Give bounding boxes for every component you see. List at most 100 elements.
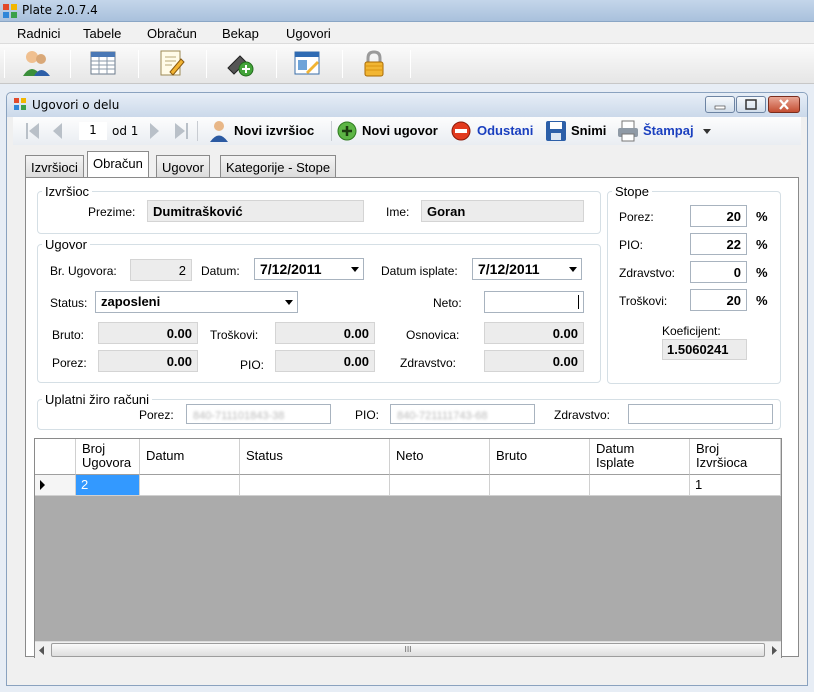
name-field[interactable]: Goran [421, 200, 584, 222]
app-titlebar[interactable]: Plate 2.0.7.4 [0, 0, 814, 22]
lock-icon [364, 50, 384, 77]
person-icon [210, 121, 228, 142]
contracts-window-titlebar[interactable]: Ugovori o delu [7, 93, 807, 117]
surname-field[interactable]: Dumitrašković [147, 200, 364, 222]
table-cell[interactable] [140, 475, 240, 496]
rate-health-input[interactable]: 0 [690, 261, 747, 283]
column-header-net[interactable]: Neto [390, 439, 490, 475]
new-performer-button[interactable]: Novi izvršioc [205, 117, 327, 145]
calendar-window-icon [294, 51, 320, 75]
scroll-thumb[interactable]: III [51, 643, 765, 657]
lock-button[interactable] [359, 48, 395, 80]
new-performer-label: Novi izvršioc [234, 123, 315, 138]
minimize-icon [714, 105, 726, 110]
binding-navigator: 1 od 1 Novi izvršioc Novi ugovor Odustan [13, 117, 801, 145]
tab-kategorije-stope[interactable]: Kategorije - Stope [220, 155, 337, 177]
move-first-icon[interactable] [25, 122, 41, 140]
horizontal-scrollbar[interactable]: III [35, 641, 781, 658]
tax-label: Porez: [52, 356, 87, 370]
bank-accounts-group-title: Uplatni žiro računi [45, 392, 150, 407]
calendar-window-button[interactable] [292, 48, 328, 80]
scroll-left-icon[interactable] [38, 646, 46, 655]
table-icon [90, 51, 116, 75]
rates-group-title: Stope [615, 184, 649, 199]
column-header-contract-number[interactable]: Broj Ugovora [76, 439, 140, 475]
workers-icon [23, 51, 50, 76]
save-label: Snimi [571, 123, 607, 138]
scroll-right-icon[interactable] [770, 646, 778, 655]
account-tax-input[interactable]: 840-711101843-38 [186, 404, 331, 424]
column-header-line: Status [246, 448, 283, 463]
contracts-grid[interactable]: Broj Ugovora Datum Status Neto Bruto Dat… [34, 438, 782, 658]
costs-field[interactable]: 0.00 [275, 322, 375, 344]
payment-date-picker[interactable]: 7/12/2011 [472, 258, 582, 280]
account-health-input[interactable] [628, 404, 773, 424]
table-cell[interactable] [390, 475, 490, 496]
restore-button[interactable] [736, 96, 766, 113]
save-button[interactable]: Snimi [543, 117, 613, 145]
position-input[interactable]: 1 [79, 122, 107, 140]
menu-obracun[interactable]: Obračun [147, 26, 197, 41]
move-previous-icon[interactable] [51, 122, 65, 140]
edit-document-button[interactable] [156, 48, 192, 80]
table-cell[interactable]: 1 [690, 475, 781, 496]
contract-number-label: Br. Ugovora: [50, 264, 117, 278]
column-header-gross[interactable]: Bruto [490, 439, 590, 475]
table-cell[interactable]: 2 [76, 475, 140, 496]
tab-obracun[interactable]: Obračun [87, 151, 149, 177]
base-label: Osnovica: [406, 328, 460, 342]
menu-bekap[interactable]: Bekap [222, 26, 259, 41]
column-header-line: Broj [696, 441, 720, 456]
pension-field[interactable]: 0.00 [275, 350, 375, 372]
table-cell[interactable] [240, 475, 390, 496]
menu-ugovori[interactable]: Ugovori [286, 26, 331, 41]
base-field[interactable]: 0.00 [484, 322, 584, 344]
menu-tabele[interactable]: Tabele [83, 26, 121, 41]
add-device-button[interactable] [224, 48, 260, 80]
cancel-icon [451, 121, 471, 141]
column-header-date[interactable]: Datum [140, 439, 240, 475]
column-header-performer-number[interactable]: Broj Izvršioca [690, 439, 781, 475]
percent-sign: % [756, 265, 768, 280]
row-header[interactable] [35, 475, 76, 496]
move-next-icon[interactable] [147, 122, 161, 140]
main-toolbar [0, 44, 814, 84]
contract-number-field[interactable]: 2 [130, 259, 192, 281]
count-label: od 1 [112, 124, 139, 138]
account-pension-value: 840-721111743-68 [397, 410, 488, 422]
new-contract-button[interactable]: Novi ugovor [335, 117, 443, 145]
print-button[interactable]: Štampaj [615, 117, 715, 145]
payment-date-label: Datum isplate: [381, 264, 458, 278]
cancel-button[interactable]: Odustani [449, 117, 539, 145]
tab-izvrsioci[interactable]: Izvršioci [25, 155, 84, 177]
toolbar-separator [342, 50, 343, 78]
account-pension-input[interactable]: 840-721111743-68 [390, 404, 535, 424]
rate-costs-label: Troškovi: [619, 294, 668, 308]
close-button[interactable] [768, 96, 800, 113]
contracts-window-title: Ugovori o delu [32, 98, 120, 112]
column-header-payment-date[interactable]: Datum Isplate [590, 439, 690, 475]
gross-field[interactable]: 0.00 [98, 322, 198, 344]
table-cell[interactable] [590, 475, 690, 496]
rate-costs-input[interactable]: 20 [690, 289, 747, 311]
coefficient-field[interactable]: 1.5060241 [662, 339, 747, 360]
move-last-icon[interactable] [173, 122, 189, 140]
date-picker[interactable]: 7/12/2011 [254, 258, 364, 280]
rate-tax-input[interactable]: 20 [690, 205, 747, 227]
minimize-button[interactable] [705, 96, 735, 113]
percent-sign: % [756, 209, 768, 224]
rate-health-label: Zdravstvo: [619, 266, 676, 280]
toolbar-separator [410, 50, 411, 78]
contract-group-title: Ugovor [45, 237, 87, 252]
status-select[interactable]: zaposleni [95, 291, 298, 313]
workers-button[interactable] [20, 48, 56, 80]
net-input[interactable] [484, 291, 584, 313]
table-cell[interactable] [490, 475, 590, 496]
column-header-status[interactable]: Status [240, 439, 390, 475]
table-button[interactable] [88, 48, 124, 80]
menu-radnici[interactable]: Radnici [17, 26, 60, 41]
tab-ugovor[interactable]: Ugovor [156, 155, 210, 177]
tax-field[interactable]: 0.00 [98, 350, 198, 372]
rate-pension-input[interactable]: 22 [690, 233, 747, 255]
health-field[interactable]: 0.00 [484, 350, 584, 372]
